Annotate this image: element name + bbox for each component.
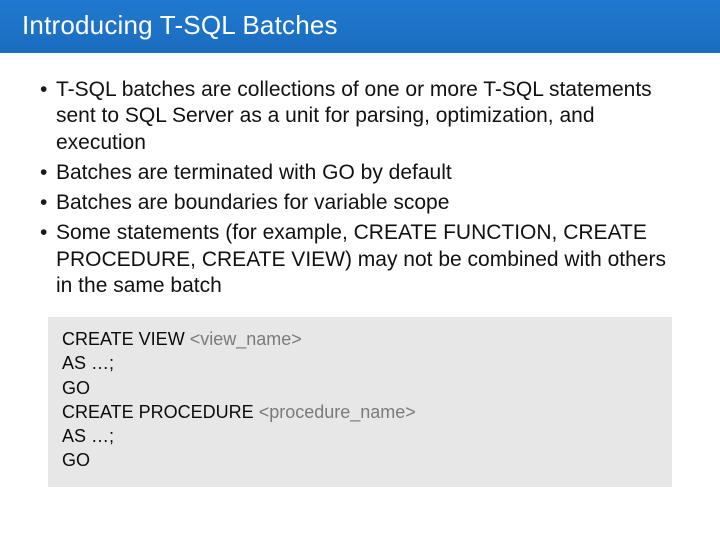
code-line: AS …;	[62, 424, 658, 448]
bullet-list: T-SQL batches are collections of one or …	[40, 77, 680, 299]
code-keyword: CREATE PROCEDURE	[62, 402, 259, 422]
code-line: CREATE PROCEDURE <procedure_name>	[62, 400, 658, 424]
list-item: Batches are terminated with GO by defaul…	[40, 160, 680, 186]
slide-body: T-SQL batches are collections of one or …	[0, 53, 720, 487]
code-placeholder: <view_name>	[190, 329, 302, 349]
code-placeholder: <procedure_name>	[259, 402, 416, 422]
code-line: AS …;	[62, 351, 658, 375]
slide-title: Introducing T-SQL Batches	[22, 10, 698, 41]
list-item: Batches are boundaries for variable scop…	[40, 190, 680, 216]
list-item: T-SQL batches are collections of one or …	[40, 77, 680, 156]
title-bar: Introducing T-SQL Batches	[0, 0, 720, 53]
code-block: CREATE VIEW <view_name> AS …; GO CREATE …	[48, 317, 672, 487]
code-line: GO	[62, 376, 658, 400]
list-item: Some statements (for example, CREATE FUN…	[40, 220, 680, 299]
code-line: GO	[62, 448, 658, 472]
code-line: CREATE VIEW <view_name>	[62, 327, 658, 351]
code-keyword: CREATE VIEW	[62, 329, 190, 349]
